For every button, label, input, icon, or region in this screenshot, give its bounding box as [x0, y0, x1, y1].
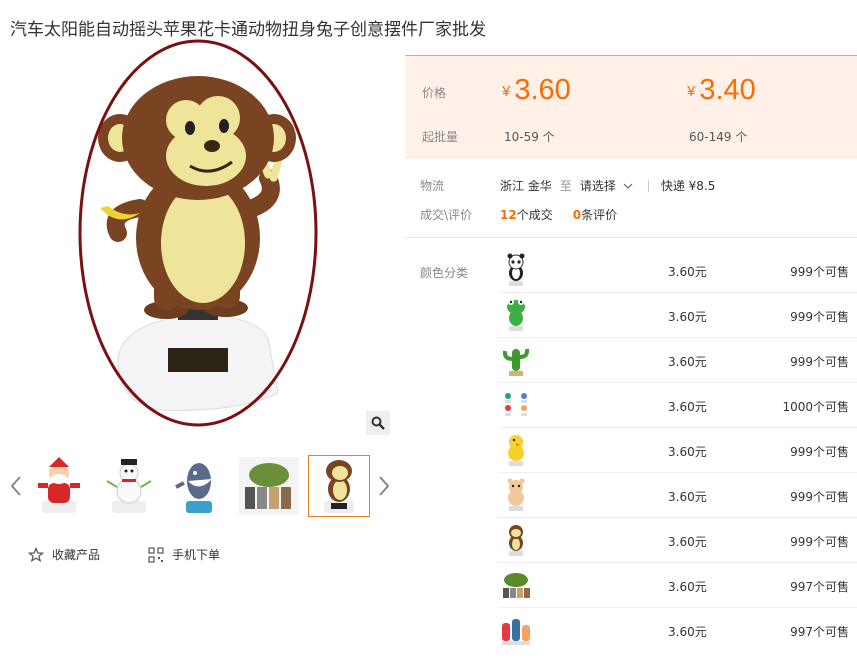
- review-count-suffix: 条评价: [581, 208, 618, 222]
- qr-code-icon: [148, 546, 164, 563]
- currency-symbol: ¥: [502, 83, 511, 100]
- thumbnail-prev-arrow[interactable]: [6, 471, 26, 501]
- santa-thumbnail[interactable]: [28, 455, 90, 517]
- destination-select[interactable]: 请选择: [580, 177, 634, 194]
- sku-row: 3.60元 999个可售: [498, 293, 857, 338]
- birds-sku-image[interactable]: [500, 388, 532, 422]
- product-title: 汽车太阳能自动摇头苹果花卡通动物扭身兔子创意摆件厂家批发: [10, 20, 486, 40]
- chick-sku-image[interactable]: [500, 433, 532, 467]
- divider: [405, 237, 857, 238]
- chevron-down-icon: [623, 183, 633, 189]
- tier-price-value: 3.40: [699, 74, 756, 106]
- sku-stock: 999个可售: [790, 355, 849, 369]
- logistics-row: 物流 浙江 金华 至 请选择 快递 ¥8.5: [420, 177, 715, 194]
- sku-price: 3.60元: [668, 355, 707, 369]
- sku-row: 3.60元 999个可售: [498, 338, 857, 383]
- mobile-order-label: 手机下单: [172, 548, 221, 562]
- sku-price: 3.60元: [668, 445, 707, 459]
- sku-stock: 999个可售: [790, 310, 849, 324]
- tier-qty-2: 60-149 个: [689, 130, 748, 144]
- group-thumbnail[interactable]: [238, 455, 300, 517]
- to-label: 至: [559, 179, 572, 193]
- color-category-label: 颜色分类: [420, 266, 469, 280]
- price-label: 价格: [422, 86, 447, 100]
- favorite-label: 收藏产品: [52, 548, 101, 562]
- sku-stock: 999个可售: [790, 490, 849, 504]
- cactus-sku-image[interactable]: [500, 343, 532, 377]
- sku-row: 3.60元 999个可售: [498, 473, 857, 518]
- express-fee: 快递 ¥8.5: [660, 179, 716, 193]
- monkey-thumbnail[interactable]: [308, 455, 370, 517]
- sku-price: 3.60元: [668, 400, 707, 414]
- destination-value: 请选择: [579, 179, 616, 193]
- deal-count-suffix: 个成交: [516, 208, 553, 222]
- sku-stock: 999个可售: [790, 445, 849, 459]
- sku-row: 3.60元 1000个可售: [498, 383, 857, 428]
- sku-row: 3.60元 997个可售: [498, 563, 857, 608]
- min-qty-label: 起批量: [422, 130, 459, 144]
- review-count[interactable]: 0: [573, 208, 581, 222]
- zoom-button[interactable]: [366, 411, 390, 435]
- price-box: 价格 起批量 ¥3.60 10-59 个 ¥3.40 60-149 个: [405, 55, 857, 159]
- deals-label: 成交\评价: [420, 208, 473, 222]
- sku-price: 3.60元: [668, 310, 707, 324]
- sku-price: 3.60元: [668, 580, 707, 594]
- sku-stock: 999个可售: [790, 535, 849, 549]
- sku-stock: 1000个可售: [782, 400, 849, 414]
- divider: [647, 179, 649, 192]
- deal-count: 12: [500, 207, 517, 222]
- sku-price: 3.60元: [668, 490, 707, 504]
- tier-price-1: ¥3.60: [502, 74, 571, 107]
- sku-row: 3.60元 999个可售: [498, 518, 857, 563]
- logistics-label: 物流: [420, 179, 445, 193]
- sku-row: 3.60元 999个可售: [498, 428, 857, 473]
- group-sku-image[interactable]: [500, 568, 532, 602]
- main-product-image[interactable]: [78, 38, 318, 428]
- sku-stock: 999个可售: [790, 265, 849, 279]
- family-sku-image[interactable]: [500, 613, 532, 647]
- tier-price-2: ¥3.40: [687, 74, 756, 107]
- sku-list: 3.60元 999个可售 3.60元 999个可售 3.60元 999个可售 3…: [498, 248, 857, 653]
- sku-price: 3.60元: [668, 625, 707, 639]
- mobile-order-button[interactable]: 手机下单: [148, 546, 220, 563]
- deals-row: 成交\评价 12 个成交 0 条评价: [420, 206, 617, 223]
- shark-thumbnail[interactable]: [168, 455, 230, 517]
- sku-price: 3.60元: [668, 265, 707, 279]
- monkey-sku-image[interactable]: [500, 523, 532, 557]
- tier-price-value: 3.60: [514, 74, 571, 106]
- product-actions: 收藏产品 手机下单: [28, 546, 220, 563]
- magnifier-icon: [371, 416, 385, 430]
- frog-sku-image[interactable]: [500, 298, 532, 332]
- sku-stock: 997个可售: [790, 580, 849, 594]
- sku-stock: 997个可售: [790, 625, 849, 639]
- star-icon: [28, 546, 44, 562]
- currency-symbol: ¥: [687, 83, 696, 100]
- thumbnail-strip: [0, 453, 400, 519]
- thumbnail-next-arrow[interactable]: [374, 471, 394, 501]
- snowman-thumbnail[interactable]: [98, 455, 160, 517]
- origin-location: 浙江 金华: [500, 179, 552, 193]
- chevron-left-icon: [10, 476, 21, 496]
- panda-sku-image[interactable]: [500, 253, 532, 287]
- chevron-right-icon: [379, 476, 390, 496]
- sku-row: 3.60元 997个可售: [498, 608, 857, 653]
- sku-price: 3.60元: [668, 535, 707, 549]
- bear-sku-image[interactable]: [500, 478, 532, 512]
- tier-qty-1: 10-59 个: [504, 130, 555, 144]
- sku-row: 3.60元 999个可售: [498, 248, 857, 293]
- favorite-button[interactable]: 收藏产品: [28, 546, 100, 563]
